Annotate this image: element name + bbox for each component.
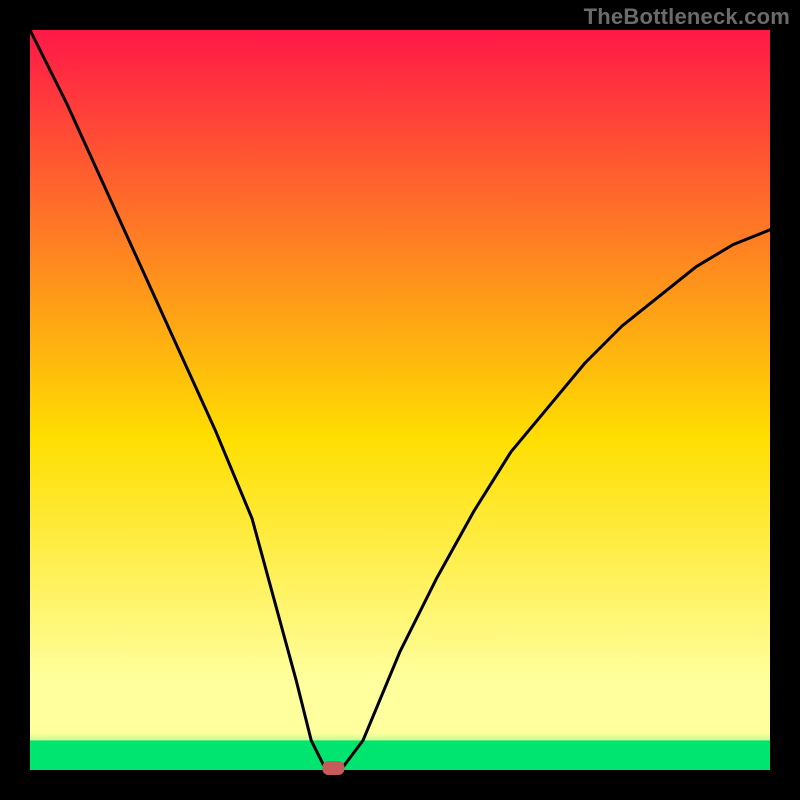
green-band xyxy=(30,740,770,770)
watermark-text: TheBottleneck.com xyxy=(584,4,790,30)
bottleneck-plot xyxy=(0,0,800,800)
plot-background xyxy=(30,30,770,770)
chart-stage: TheBottleneck.com xyxy=(0,0,800,800)
optimal-marker xyxy=(322,761,344,775)
